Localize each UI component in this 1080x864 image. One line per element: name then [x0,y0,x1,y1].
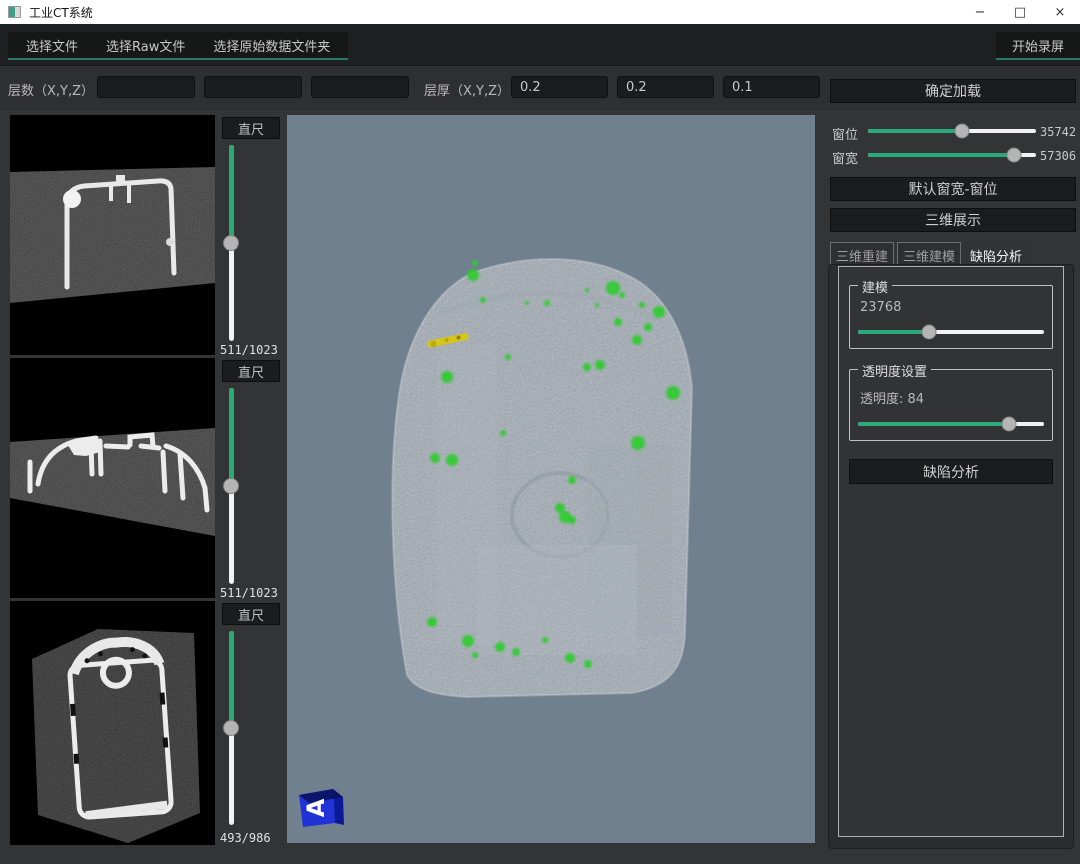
vtk-cube-logo: A [299,789,344,827]
confirm-load-button[interactable]: 确定加载 [830,79,1076,103]
select-raw-file-button[interactable]: 选择Raw文件 [92,32,199,59]
select-file-button[interactable]: 选择文件 [12,32,92,59]
slice-slider-yz[interactable] [224,631,239,825]
layer-count-label: 层数（X,Y,Z） [8,80,94,99]
slice-control-xz: 直尺 511/1023 [218,358,285,600]
start-recording-button[interactable]: 开始录屏 [998,32,1078,59]
modeling-slider[interactable] [858,324,1044,340]
toolbar: 选择文件 选择Raw文件 选择原始数据文件夹 开始录屏 [0,24,1080,66]
slice-position-xz: 511/1023 [220,586,278,600]
slider-handle[interactable] [1001,417,1016,432]
window-level-value: 35742 [1040,125,1076,139]
app-window: 工业CT系统 − □ × 选择文件 选择Raw文件 选择原始数据文件夹 开始录屏… [0,0,1080,864]
window-title: 工业CT系统 [29,4,93,21]
opacity-group-title: 透明度设置 [858,361,931,380]
close-icon[interactable]: × [1040,0,1080,24]
slice-control-xy: 直尺 511/1023 [218,115,285,357]
layer-thickness-y-input[interactable] [617,76,714,98]
layer-thickness-label: 层厚（X,Y,Z） [424,80,510,99]
window-level-slider[interactable] [868,123,1036,139]
slice-slider-xz[interactable] [224,388,239,584]
render-3d-viewport[interactable]: A [287,115,815,843]
defect-analysis-panel: 建模 23768 透明度设置 透明度: 84 缺陷分析 [838,266,1064,837]
slider-handle[interactable] [1007,148,1022,163]
layer-count-y-input[interactable] [204,76,302,98]
slice-slider-xy[interactable] [224,145,239,341]
select-raw-data-folder-button[interactable]: 选择原始数据文件夹 [199,32,344,59]
window-level-label: 窗位 [832,124,858,143]
window-width-slider[interactable] [868,147,1036,163]
ruler-button-yz[interactable]: 直尺 [222,603,280,625]
slice-position-yz: 493/986 [220,831,271,845]
slider-handle[interactable] [921,325,936,340]
display-3d-button[interactable]: 三维展示 [830,208,1076,232]
opacity-slider[interactable] [858,416,1044,432]
logo-letter: A [302,798,330,817]
ruler-button-xy[interactable]: 直尺 [222,117,280,139]
slice-view-xy[interactable] [10,115,215,355]
window-width-value: 57306 [1040,149,1076,163]
modeling-value: 23768 [860,300,901,315]
slice-view-xz[interactable] [10,358,215,598]
app-icon [8,6,21,18]
slider-handle[interactable] [955,124,970,139]
slider-handle[interactable] [223,478,239,494]
modeling-group: 建模 23768 [849,285,1053,349]
slice-position-xy: 511/1023 [220,343,278,357]
minimize-icon[interactable]: − [960,0,1000,24]
slider-handle[interactable] [223,720,239,736]
slice-control-yz: 直尺 493/986 [218,601,285,845]
record-button-strip: 开始录屏 [996,32,1080,60]
file-button-strip: 选择文件 选择Raw文件 选择原始数据文件夹 [8,32,348,60]
layer-count-z-input[interactable] [311,76,409,98]
title-bar: 工业CT系统 − □ × [0,0,1080,24]
slice-view-yz[interactable] [10,601,215,845]
ruler-button-xz[interactable]: 直尺 [222,360,280,382]
layer-thickness-x-input[interactable] [511,76,608,98]
modeling-group-title: 建模 [858,277,892,296]
slider-handle[interactable] [223,235,239,251]
layer-count-x-input[interactable] [97,76,195,98]
window-width-label: 窗宽 [832,148,858,167]
defect-analysis-button[interactable]: 缺陷分析 [849,459,1053,484]
opacity-group: 透明度设置 透明度: 84 [849,369,1053,441]
opacity-value-label: 透明度: 84 [860,388,924,407]
maximize-icon[interactable]: □ [1000,0,1040,24]
default-window-button[interactable]: 默认窗宽-窗位 [830,177,1076,201]
layer-thickness-z-input[interactable] [723,76,820,98]
window-controls: − □ × [960,0,1080,24]
